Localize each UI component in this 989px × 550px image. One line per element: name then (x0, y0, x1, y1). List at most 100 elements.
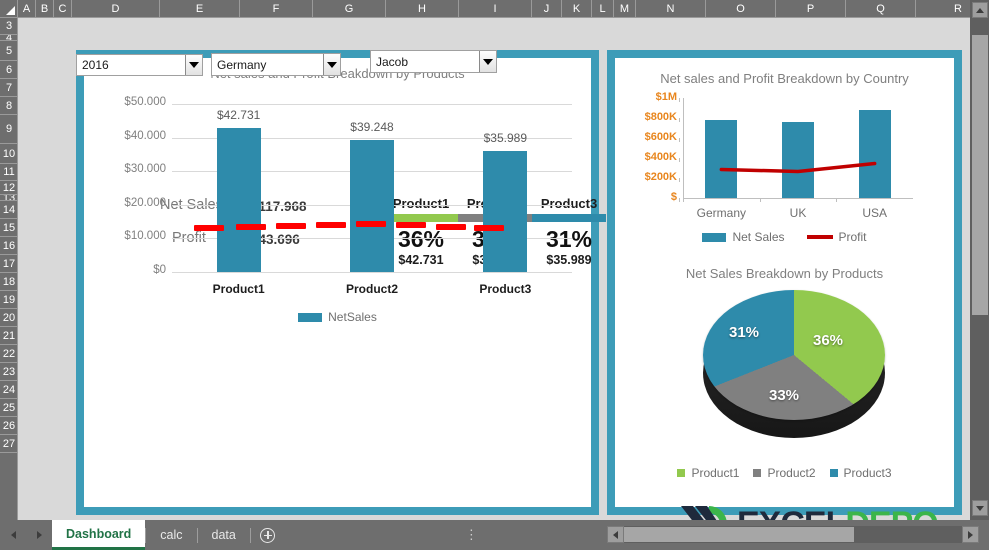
country-chart-title: Net sales and Profit Breakdown by Countr… (660, 71, 909, 86)
sheet-prev-button[interactable] (0, 520, 26, 550)
horizontal-scrollbar[interactable] (607, 526, 979, 543)
y-axis-tick: $20.000 (124, 196, 166, 209)
legend-label: Product2 (767, 466, 816, 480)
scroll-right-button[interactable] (962, 526, 979, 543)
row-header-24[interactable]: 24 (0, 381, 18, 399)
country-filter-dropdown[interactable]: Germany (211, 53, 341, 76)
row-header-20[interactable]: 20 (0, 309, 18, 327)
row-header-22[interactable]: 22 (0, 345, 18, 363)
legend-swatch-icon (677, 469, 686, 477)
row-header-25[interactable]: 25 (0, 399, 18, 417)
year-filter-dropdown[interactable]: 2016 (76, 54, 203, 76)
vertical-scrollbar[interactable] (970, 0, 989, 520)
profit-line-segment (436, 223, 466, 230)
column-header-d[interactable]: D (72, 0, 160, 17)
y-axis-tick: $ (670, 191, 677, 203)
products-bar-chart: Net sales and Profit Breakdown by Produc… (84, 66, 591, 507)
column-header-i[interactable]: I (459, 0, 532, 17)
pie-legend: Product1 Product2 Product3 (615, 466, 954, 480)
country-filter-toggle[interactable] (323, 54, 340, 75)
y-axis-tickmark (679, 118, 680, 122)
add-sheet-button[interactable] (251, 520, 285, 550)
row-header-9[interactable]: 9 (0, 115, 18, 144)
scroll-down-button[interactable] (972, 500, 988, 516)
column-header-h[interactable]: H (386, 0, 459, 17)
sheet-tab-data[interactable]: data (198, 520, 250, 550)
column-header-e[interactable]: E (160, 0, 240, 17)
bar-data-label: $42.731 (216, 108, 261, 123)
pie-chart-title: Net Sales Breakdown by Products (685, 266, 884, 281)
y-axis-tickmark (679, 158, 680, 162)
select-all-button[interactable] (0, 0, 18, 17)
row-header-7[interactable]: 7 (0, 79, 18, 97)
sheet-tab-calc[interactable]: calc (146, 520, 196, 550)
products-pie-chart: Net Sales Breakdown by Products 36% 33% … (615, 258, 954, 507)
y-axis-tickmark (679, 198, 680, 202)
row-header-16[interactable]: 16 (0, 237, 18, 255)
row-header-27[interactable]: 27 (0, 435, 18, 453)
legend-swatch-icon (298, 312, 323, 322)
sheet-tab-dashboard[interactable]: Dashboard (52, 520, 146, 550)
person-filter-dropdown[interactable]: Jacob (370, 50, 497, 73)
legend-line-icon (806, 235, 833, 239)
person-filter-toggle[interactable] (479, 51, 496, 72)
row-header-14[interactable]: 14 (0, 201, 18, 219)
bar-usa (858, 110, 891, 198)
triangle-right-icon (968, 530, 973, 539)
scroll-up-button[interactable] (972, 2, 988, 18)
excel-window: ABCDEFGHIJKLMNOPQRS 34567891011121314151… (0, 0, 989, 550)
y-axis-tick: $1M (655, 91, 677, 103)
row-header-6[interactable]: 6 (0, 61, 18, 79)
row-header-11[interactable]: 11 (0, 164, 18, 181)
legend-label: Net Sales (732, 230, 785, 244)
y-axis-tick: $600K (644, 131, 677, 143)
chevron-down-icon (189, 62, 199, 68)
column-header-b[interactable]: B (36, 0, 54, 17)
column-header-l[interactable]: L (592, 0, 614, 17)
sheet-options-icon[interactable]: ⋮ (465, 527, 479, 543)
bar-data-label: $39.248 (350, 120, 394, 135)
column-header-c[interactable]: C (54, 0, 72, 17)
legend-item-netsales: NetSales (298, 310, 377, 324)
scroll-left-button[interactable] (607, 526, 624, 543)
worksheet-canvas[interactable]: Net Sales $117.968 Profit $43.696 Produc… (19, 19, 970, 543)
row-header-19[interactable]: 19 (0, 291, 18, 309)
column-header-m[interactable]: M (614, 0, 636, 17)
column-header-k[interactable]: K (562, 0, 592, 17)
row-header-21[interactable]: 21 (0, 327, 18, 345)
triangle-left-icon (10, 531, 16, 539)
row-header-3[interactable]: 3 (0, 18, 18, 35)
y-axis-tick: $40.000 (124, 129, 166, 142)
y-axis-tick: $800K (644, 111, 677, 123)
row-header-18[interactable]: 18 (0, 273, 18, 291)
row-header-15[interactable]: 15 (0, 219, 18, 237)
column-header-g[interactable]: G (313, 0, 386, 17)
profit-line-segment (474, 224, 504, 231)
row-header-12[interactable]: 12 (0, 181, 18, 195)
triangle-left-icon (613, 530, 618, 539)
column-header-f[interactable]: F (240, 0, 313, 17)
row-header-17[interactable]: 17 (0, 255, 18, 273)
column-header-a[interactable]: A (18, 0, 36, 17)
y-axis-tick: $10.000 (124, 230, 166, 243)
column-header-n[interactable]: N (636, 0, 706, 17)
legend-item-product1: Product1 (677, 466, 739, 480)
row-header-5[interactable]: 5 (0, 41, 18, 61)
bar-data-label: $35.989 (483, 131, 528, 146)
column-header-o[interactable]: O (706, 0, 776, 17)
legend-label: Product3 (843, 466, 892, 480)
horizontal-scroll-thumb[interactable] (624, 527, 854, 542)
chevron-down-icon (483, 58, 493, 65)
row-header-26[interactable]: 26 (0, 417, 18, 435)
sheet-next-button[interactable] (26, 520, 52, 550)
column-header-q[interactable]: Q (846, 0, 916, 17)
y-axis-tickmark (679, 98, 680, 102)
year-filter-toggle[interactable] (185, 55, 202, 75)
vertical-scroll-thumb[interactable] (972, 35, 988, 315)
column-header-j[interactable]: J (532, 0, 562, 17)
row-header-10[interactable]: 10 (0, 144, 18, 164)
row-header-23[interactable]: 23 (0, 363, 18, 381)
row-header-8[interactable]: 8 (0, 97, 18, 115)
person-filter-value: Jacob (376, 54, 409, 69)
column-header-p[interactable]: P (776, 0, 846, 17)
